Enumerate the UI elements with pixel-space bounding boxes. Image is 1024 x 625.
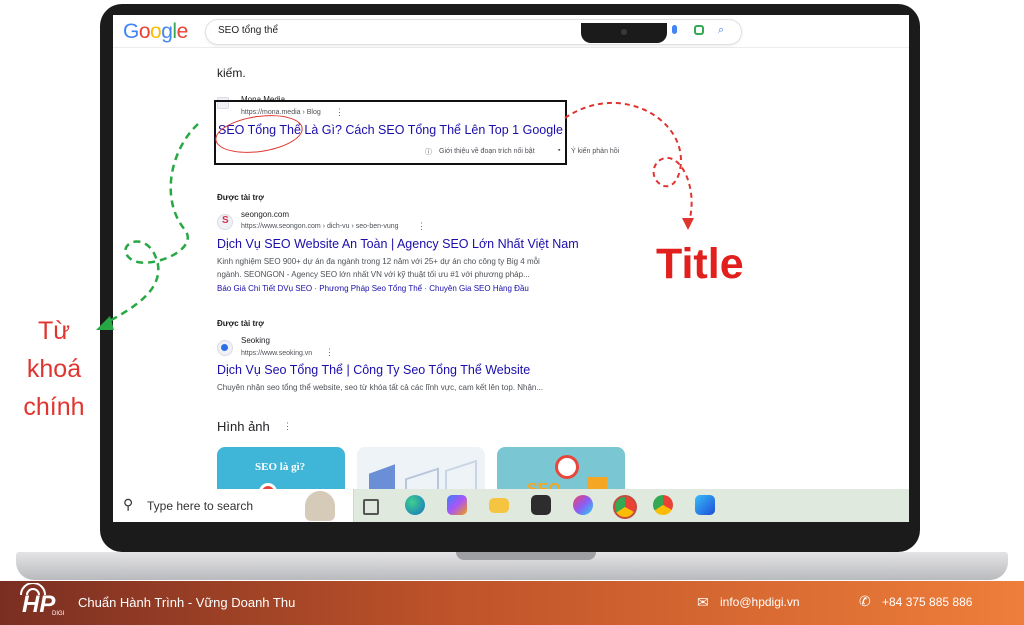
footer-phone[interactable]: +84 375 885 886 bbox=[882, 595, 972, 609]
google-logo[interactable]: Google bbox=[123, 20, 188, 44]
image-caption: SEO là gì? bbox=[255, 461, 306, 473]
task-view-icon[interactable] bbox=[363, 499, 379, 515]
footer-slogan: Chuẩn Hành Trình - Vững Doanh Thu bbox=[78, 595, 296, 610]
image-decoration bbox=[555, 455, 579, 479]
brand-logo: HP bbox=[22, 591, 56, 618]
ad1-sitelinks: Báo Giá Chi Tiết DVụ SEO · Phương Pháp S… bbox=[217, 284, 529, 293]
sitelink[interactable]: Phương Pháp Seo Tổng Thể bbox=[319, 284, 422, 293]
phone-icon: ✆ bbox=[859, 593, 871, 609]
edge-icon[interactable] bbox=[405, 495, 425, 515]
laptop-screen: Google SEO tổng thể ✕ ⌕ kiếm. Mona Media… bbox=[113, 15, 909, 522]
ad2-site-name: Seoking bbox=[241, 336, 270, 345]
brand-logo-sub: DIGI bbox=[52, 611, 65, 617]
leading-text: kiếm. bbox=[217, 66, 246, 80]
lens-icon[interactable] bbox=[694, 25, 704, 35]
photos-icon[interactable] bbox=[695, 495, 715, 515]
ad1-title-link[interactable]: Dịch Vụ SEO Website An Toàn | Agency SEO… bbox=[217, 237, 579, 251]
search-highlight-image bbox=[305, 491, 335, 521]
ad2-title-link[interactable]: Dịch Vụ Seo Tổng Thể | Công Ty Seo Tổng … bbox=[217, 363, 530, 377]
camera-notch bbox=[581, 23, 667, 43]
taskbar-search-input[interactable]: Type here to search bbox=[147, 499, 253, 513]
ad1-description: ngành. SEONGON - Agency SEO lớn nhất VN … bbox=[217, 270, 530, 279]
microsoft-365-icon[interactable] bbox=[573, 495, 593, 515]
file-explorer-icon[interactable] bbox=[489, 498, 509, 513]
sitelink[interactable]: Chuyên Gia SEO Hàng Đầu bbox=[429, 284, 529, 293]
sitelink[interactable]: Báo Giá Chi Tiết DVụ SEO bbox=[217, 284, 312, 293]
ad1-site-name: seongon.com bbox=[241, 210, 290, 219]
more-options-icon[interactable]: ⋮ bbox=[325, 347, 334, 358]
footer-bar: HP DIGI Chuẩn Hành Trình - Vững Doanh Th… bbox=[0, 581, 1024, 625]
laptop-groove bbox=[456, 552, 596, 560]
sponsored-label: Được tài trợ bbox=[217, 319, 264, 328]
search-icon: ⚲ bbox=[123, 496, 134, 512]
taskbar: ⚲ Type here to search bbox=[113, 489, 909, 522]
footer-email[interactable]: info@hpdigi.vn bbox=[720, 595, 800, 609]
more-options-icon[interactable]: ⋮ bbox=[417, 221, 426, 232]
copilot-icon[interactable] bbox=[447, 495, 467, 515]
search-results: kiếm. Mona Media https://mona.media › Bl… bbox=[113, 47, 909, 505]
laptop-base bbox=[16, 552, 1008, 580]
search-icon[interactable]: ⌕ bbox=[718, 24, 724, 37]
chrome-icon[interactable] bbox=[613, 495, 637, 519]
seoking-favicon bbox=[217, 340, 233, 356]
chrome-profile-icon[interactable] bbox=[653, 495, 673, 515]
ad2-url[interactable]: https://www.seoking.vn bbox=[241, 350, 312, 357]
ad1-url[interactable]: https://www.seongon.com › dich-vu › seo-… bbox=[241, 223, 399, 230]
microphone-icon[interactable] bbox=[672, 25, 677, 34]
more-options-icon[interactable]: ⋮ bbox=[283, 421, 292, 432]
ad2-description: Chuyên nhận seo tổng thể website, seo từ… bbox=[217, 383, 544, 392]
google-header: Google SEO tổng thể ✕ ⌕ bbox=[113, 15, 909, 48]
search-input[interactable]: SEO tổng thể bbox=[218, 25, 278, 36]
camera-icon bbox=[621, 29, 627, 35]
sticky-notes-icon[interactable] bbox=[531, 495, 551, 515]
images-heading: Hình ảnh bbox=[217, 419, 270, 434]
mail-icon: ✉ bbox=[697, 594, 709, 610]
sponsored-label: Được tài trợ bbox=[217, 193, 264, 202]
ad1-description: Kinh nghiệm SEO 900+ dự án đa ngành tron… bbox=[217, 257, 540, 266]
seongon-favicon: S bbox=[217, 214, 233, 230]
taskbar-search[interactable]: ⚲ Type here to search bbox=[113, 489, 354, 522]
keyword-annotation: Từ khoá chính bbox=[23, 317, 85, 421]
title-annotation: Title bbox=[656, 240, 744, 288]
feedback-link[interactable]: Ý kiến phản hồi bbox=[571, 148, 619, 155]
